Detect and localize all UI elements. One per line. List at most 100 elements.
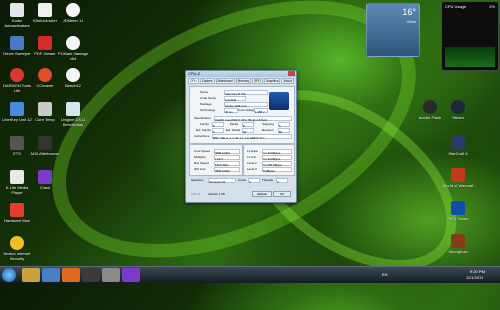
- bus-speed-field: 199.5 MHz: [214, 161, 240, 167]
- icon-label: JDMeter 11: [62, 18, 84, 23]
- app-icon: [10, 136, 24, 150]
- l1i-field: 4 x 32 KBytes: [262, 155, 292, 161]
- norton-icon: [10, 236, 24, 250]
- tab-graphics[interactable]: Graphics: [263, 78, 281, 84]
- app-icon: [451, 136, 465, 150]
- icon-label: Unigine DX11 Benchmark: [60, 117, 86, 127]
- icon-label: FIFA Online: [447, 216, 469, 221]
- version: Version 1.58: [208, 192, 225, 196]
- l1d-field: 4 x 32 KBytes: [262, 149, 292, 155]
- icon-label: PCMark Vantage x64: [57, 51, 89, 61]
- cpu-usage-gadget[interactable]: CPU Usage 2%: [441, 1, 499, 71]
- taskbar-media-icon[interactable]: [42, 268, 60, 282]
- app-icon: [66, 36, 80, 50]
- app-icon: [10, 203, 24, 217]
- app-icon: [451, 201, 465, 215]
- tab-caches[interactable]: Caches: [199, 78, 215, 84]
- voltage: 1.088 V: [255, 110, 265, 114]
- desktop-icon[interactable]: MSI Afterburner: [28, 136, 62, 156]
- revision-field: B1: [278, 128, 290, 134]
- app-icon: [451, 234, 465, 248]
- ext-model-field: 1E: [242, 128, 254, 134]
- taskbar: EN 9:20 PM 11/1/2011: [0, 266, 500, 283]
- clock-date[interactable]: 11/1/2011: [466, 275, 483, 280]
- icon-label: Stronghold: [448, 249, 468, 254]
- icon-label: World of Warcraft: [442, 183, 474, 188]
- icon-label: Steam: [452, 115, 464, 120]
- core-speed-field: 3989.9 MHz: [214, 149, 240, 155]
- multiplier-field: x 20.0: [214, 155, 240, 161]
- taskbar-explorer-icon[interactable]: [22, 268, 40, 282]
- start-button[interactable]: [2, 268, 16, 282]
- taskbar-app-icon[interactable]: [102, 268, 120, 282]
- app-icon: [66, 3, 80, 17]
- steam-icon: [451, 100, 465, 114]
- cpu-gadget-value: 2%: [489, 4, 495, 9]
- cpuz-window[interactable]: CPU-Z CPU Caches Mainboard Memory SPD Gr…: [185, 70, 297, 203]
- technology-field: 45 nm: [224, 108, 238, 114]
- processor-selection-dropdown[interactable]: Processor #1: [208, 178, 236, 184]
- app-icon: [38, 170, 52, 184]
- family-field: 6: [212, 122, 224, 128]
- qpi-link-field: 3589.9 MHz: [214, 167, 240, 173]
- app-icon: [423, 100, 437, 114]
- package-field: Socket 1156 LGA: [224, 102, 268, 108]
- threads-field: 4: [276, 178, 288, 184]
- code-name-field: Lynnfield: [224, 96, 246, 102]
- desktop-icon[interactable]: Norton Internet Security: [0, 236, 34, 261]
- desktop-icon[interactable]: FIFA Online: [441, 201, 475, 221]
- qpi-link: 3589.9 MHz: [215, 169, 231, 173]
- tab-cpu[interactable]: CPU: [188, 78, 199, 84]
- validate-button[interactable]: Validate: [252, 191, 272, 197]
- clock-time[interactable]: 9:20 PM: [470, 269, 485, 274]
- close-icon[interactable]: [288, 71, 295, 76]
- icon-label: Bench12: [65, 83, 81, 88]
- model-field: E: [242, 122, 254, 128]
- desktop-icon[interactable]: Unigine DX11 Benchmark: [56, 102, 90, 127]
- taskbar-firefox-icon[interactable]: [62, 268, 80, 282]
- icon-label: StarCraft II: [448, 151, 468, 156]
- desktop-icon[interactable]: JDMeter 11: [56, 3, 90, 23]
- taskbar-app-icon[interactable]: [82, 268, 100, 282]
- ccleaner-icon: [38, 68, 52, 82]
- desktop-icon[interactable]: Bench12: [56, 68, 90, 88]
- app-icon: [38, 136, 52, 150]
- voltage-field: 1.088 V: [254, 108, 268, 114]
- pdf-icon: [38, 36, 52, 50]
- tab-mainboard[interactable]: Mainboard: [215, 78, 235, 84]
- daemon-icon: [10, 68, 24, 82]
- selection: Processor #1: [209, 180, 226, 184]
- desktop-icon[interactable]: World of Warcraft: [441, 168, 475, 188]
- intel-core-i5-logo: [269, 92, 289, 110]
- taskbar-cpuz-icon[interactable]: [122, 268, 140, 282]
- cores-field: 4: [248, 178, 260, 184]
- threads: 4: [277, 180, 279, 184]
- desktop-icon[interactable]: PCMark Vantage x64: [56, 36, 90, 61]
- l3-field: 8 MBytes: [262, 167, 292, 173]
- weather-condition: Clear: [406, 19, 416, 24]
- app-icon: [451, 168, 465, 182]
- l2-field: 4 x 256 KBytes: [262, 161, 292, 167]
- weather-temp: 16°: [402, 7, 416, 17]
- tab-about[interactable]: About: [281, 78, 294, 84]
- weather-gadget[interactable]: 16° Clear: [366, 3, 420, 57]
- l3: 8 MBytes: [263, 169, 275, 173]
- app-icon: [38, 3, 52, 17]
- icon-label: Hardware Mon: [3, 218, 31, 223]
- ok-button[interactable]: OK: [273, 191, 291, 197]
- desktop-icon[interactable]: Stronghold: [441, 234, 475, 254]
- instructions-field: MMX, SSE (1, 2, 3, 3S, 4.1, 4.2), EM64T,…: [212, 134, 292, 140]
- cpuz-titlebar[interactable]: CPU-Z: [186, 71, 296, 77]
- tab-memory[interactable]: Memory: [235, 78, 252, 84]
- desktop-icon[interactable]: Steam: [441, 100, 475, 120]
- window-title: CPU-Z: [188, 71, 201, 76]
- language-indicator[interactable]: EN: [382, 272, 388, 277]
- tab-spd[interactable]: SPD: [252, 78, 263, 84]
- desktop-icon[interactable]: Crack: [28, 170, 62, 190]
- desktop-icon[interactable]: Hardware Mon: [0, 203, 34, 223]
- processor-name-field: Intel Core i5 750: [224, 90, 268, 96]
- icon-label: Crack: [39, 185, 51, 190]
- icon-label: Norton Internet Security: [3, 251, 31, 261]
- icon-label: MSI Afterburner: [30, 151, 59, 156]
- desktop-icon[interactable]: StarCraft II: [441, 136, 475, 156]
